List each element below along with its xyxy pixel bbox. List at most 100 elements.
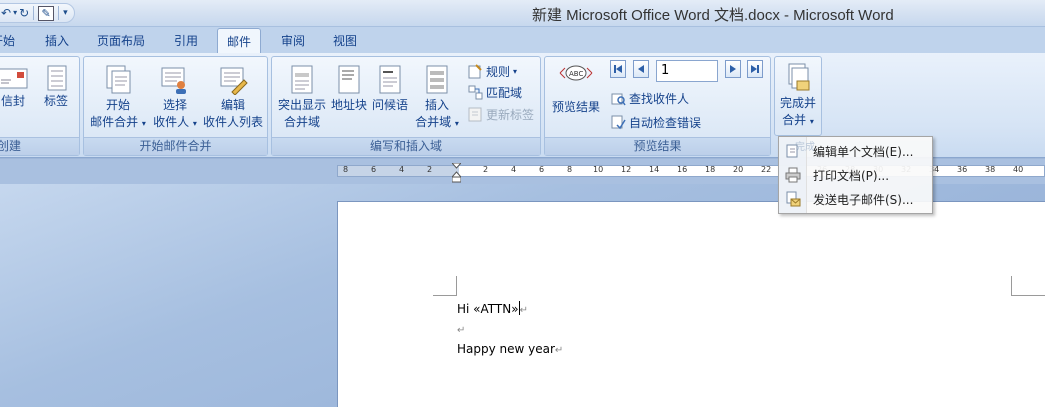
ribbon-tabs: 开始 插入 页面布局 引用 邮件 审阅 视图 — [0, 27, 1045, 54]
ruler-number: 6 — [371, 165, 377, 174]
edit-recipient-list-line1: 编辑 — [220, 98, 245, 112]
toolbar-separator — [58, 6, 60, 20]
ruler-number: 2 — [483, 165, 489, 174]
finish-merge-line2: 合并 — [782, 113, 807, 127]
quick-access-toolbar: ↶ ▾ ↻ ✎ ▾ — [0, 3, 75, 23]
start-mail-merge-line1: 开始 — [105, 98, 130, 112]
first-record-button[interactable] — [610, 60, 626, 78]
update-labels-button[interactable]: 更新标签 — [468, 106, 534, 123]
match-fields-label: 匹配域 — [486, 86, 523, 100]
auto-check-errors-button[interactable]: 自动检查错误 — [611, 114, 701, 131]
match-fields-icon — [468, 85, 483, 100]
match-fields-button[interactable]: 匹配域 — [468, 84, 522, 101]
last-record-icon — [751, 65, 759, 73]
rules-label: 规则 — [486, 65, 511, 79]
group-label-start-mail-merge: 开始邮件合并 — [84, 137, 267, 155]
last-record-button[interactable] — [747, 60, 763, 78]
select-recipients-line1: 选择 — [162, 98, 187, 112]
print-documents-item[interactable]: 打印文档(P)... — [781, 163, 931, 187]
finish-merge-menu: 完成 编辑单个文档(E)... 打印文档(P)... 发送电子邮件(S)... — [778, 136, 933, 214]
document-line-2[interactable]: ↵ — [457, 322, 465, 336]
mail-merge-icon — [106, 65, 131, 94]
svg-text:ABC: ABC — [569, 70, 583, 78]
tab-mailings[interactable]: 邮件 — [217, 28, 262, 54]
labels-icon — [47, 65, 67, 91]
tab-review[interactable]: 审阅 — [281, 32, 305, 49]
horizontal-ruler[interactable]: 8 6 4 2 2 4 6 8 10 12 14 16 18 20 22 24 … — [337, 165, 1045, 177]
group-finish: 完成并 合并 ▾ — [774, 56, 822, 136]
highlight-fields-icon — [291, 65, 313, 94]
tab-page-layout[interactable]: 页面布局 — [97, 32, 145, 49]
labels-label: 标签 — [43, 94, 68, 108]
new-year-text: Happy new year — [457, 342, 555, 356]
edit-individual-documents-label: 编辑单个文档(E)... — [813, 144, 914, 159]
auto-check-icon — [611, 115, 626, 130]
find-recipient-icon — [611, 93, 626, 106]
title-bar: ↶ ▾ ↻ ✎ ▾ 新建 Microsoft Office Word 文档.do… — [0, 0, 1045, 27]
document-line-1[interactable]: Hi «ATTN»↵ — [457, 301, 528, 316]
envelopes-label: 信封 — [0, 94, 25, 108]
start-mail-merge-button[interactable]: 开始 邮件合并 ▾ — [88, 65, 148, 132]
finish-merge-line1: 完成并 — [779, 96, 816, 110]
greeting-line-button[interactable]: 问候语 — [370, 65, 410, 114]
tab-references[interactable]: 引用 — [174, 32, 198, 49]
document-icon[interactable]: ✎ — [38, 5, 55, 21]
previous-record-icon — [638, 65, 644, 73]
previous-record-button[interactable] — [633, 60, 649, 78]
preview-results-label: 预览结果 — [551, 100, 600, 114]
insert-merge-field-button[interactable]: 插入 合并域 ▾ — [412, 65, 462, 132]
labels-button[interactable]: 标签 — [39, 65, 73, 110]
group-create: 信封 标签 创建 — [0, 56, 80, 156]
email-icon — [786, 191, 801, 207]
ruler-number: 22 — [761, 165, 772, 174]
go-to-record-input[interactable]: 1 — [656, 60, 718, 82]
ruler-number: 4 — [511, 165, 517, 174]
paragraph-mark: ↵ — [457, 325, 466, 336]
indent-marker-icon[interactable] — [452, 163, 461, 183]
undo-icon[interactable]: ↶ — [1, 5, 11, 21]
next-record-button[interactable] — [725, 60, 741, 78]
update-labels-label: 更新标签 — [486, 108, 535, 122]
address-block-icon — [338, 65, 360, 94]
document-line-3[interactable]: Happy new year↵ — [457, 342, 563, 356]
edit-individual-documents-item[interactable]: 编辑单个文档(E)... — [781, 139, 931, 163]
ruler-number: 36 — [957, 165, 968, 174]
send-email-label: 发送电子邮件(S)... — [813, 192, 914, 207]
redo-icon[interactable]: ↻ — [19, 5, 29, 21]
finish-merge-button[interactable]: 完成并 合并 ▾ — [775, 63, 821, 130]
document-page[interactable] — [337, 201, 1045, 407]
update-labels-icon — [468, 107, 482, 122]
toolbar-separator — [33, 6, 35, 20]
tab-home[interactable]: 开始 — [0, 32, 15, 49]
ruler-number: 14 — [649, 165, 660, 174]
group-label-preview-results: 预览结果 — [545, 137, 770, 155]
highlight-merge-fields-line1: 突出显示 — [277, 98, 326, 112]
undo-dropdown-icon[interactable]: ▾ — [13, 5, 17, 21]
start-mail-merge-line2: 邮件合并 — [90, 115, 139, 129]
send-email-item[interactable]: 发送电子邮件(S)... — [781, 187, 931, 211]
find-recipient-button[interactable]: 查找收件人 — [611, 90, 689, 107]
find-recipient-label: 查找收件人 — [629, 92, 690, 106]
recipients-icon — [161, 67, 186, 94]
auto-check-errors-label: 自动检查错误 — [629, 116, 702, 130]
preview-results-button[interactable]: ABC 预览结果 — [549, 63, 603, 116]
envelopes-button[interactable]: 信封 — [0, 65, 31, 110]
envelope-icon — [0, 68, 28, 89]
finish-merge-icon — [788, 63, 810, 91]
greeting-text: Hi «ATTN» — [457, 302, 519, 316]
address-block-button[interactable]: 地址块 — [329, 65, 369, 114]
rules-button[interactable]: 规则 ▾ — [468, 63, 517, 80]
insert-merge-field-line2: 合并域 — [415, 115, 452, 129]
edit-recipient-list-line2: 收件人列表 — [202, 115, 263, 129]
ruler-number: 38 — [985, 165, 996, 174]
group-write-insert-fields: 突出显示 合并域 地址块 问候语 插入 合并域 ▾ 规则 ▾ 匹配域 更新标签 … — [271, 56, 541, 156]
tab-insert[interactable]: 插入 — [45, 32, 69, 49]
edit-list-icon — [220, 67, 248, 95]
select-recipients-button[interactable]: 选择 收件人 ▾ — [150, 65, 200, 132]
address-block-label: 地址块 — [330, 98, 367, 112]
edit-recipient-list-button[interactable]: 编辑 收件人列表 — [202, 65, 264, 131]
customize-toolbar-icon[interactable]: ▾ — [63, 5, 68, 21]
tab-view[interactable]: 视图 — [333, 32, 357, 49]
group-label-create: 创建 — [0, 137, 79, 155]
highlight-merge-fields-button[interactable]: 突出显示 合并域 — [275, 65, 329, 131]
